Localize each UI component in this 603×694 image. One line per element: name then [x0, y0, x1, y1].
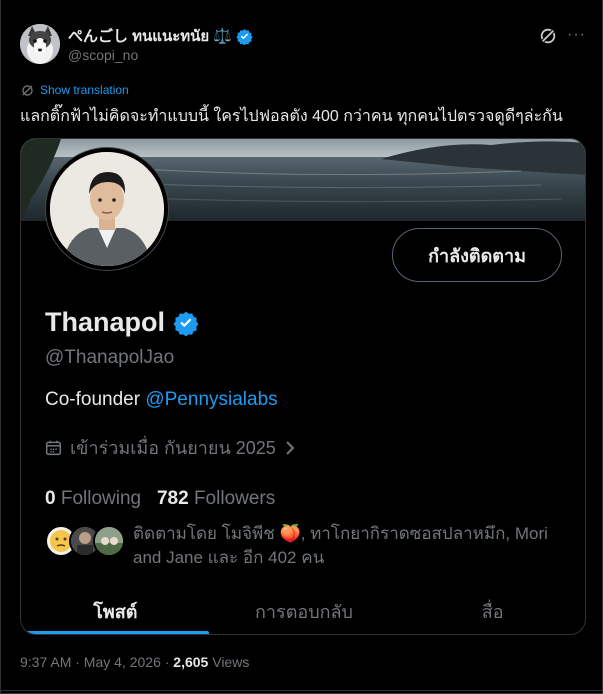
profile-name[interactable]: Thanapol: [45, 307, 199, 338]
author-avatar[interactable]: [20, 24, 60, 64]
tab-posts[interactable]: โพสต์: [21, 586, 210, 634]
divider: [1, 690, 603, 691]
tweet-detail: ぺんごし ทนแนะทนัย ⚖️ @scopi_no ··· Show tra…: [0, 0, 603, 694]
followed-by-text[interactable]: ติดตามโดย โมจิพีช 🍑, ทาโกยากิราดซอสปลาหม…: [133, 522, 563, 570]
joined-text: เข้าร่วมเมื่อ กันยายน 2025: [70, 438, 276, 458]
following-label: Following: [60, 488, 142, 509]
show-translation-link[interactable]: Show translation: [21, 83, 129, 97]
more-icon[interactable]: ···: [567, 26, 586, 44]
followed-by-avatars[interactable]: [45, 525, 129, 559]
active-tab-indicator: [25, 631, 209, 634]
verified-badge-icon: [236, 28, 253, 45]
followers-link[interactable]: 782 Followers: [157, 488, 275, 509]
followers-label: Followers: [193, 488, 276, 509]
bio-mention-link[interactable]: @Pennysialabs: [145, 389, 277, 410]
profile-stats: 0 Following 782 Followers: [45, 488, 275, 510]
calendar-icon: [45, 440, 62, 456]
chevron-right-icon: [286, 440, 295, 455]
tweet-meta: 9:37 AM · May 4, 2026 · 2,605 Views: [20, 654, 249, 670]
tab-replies[interactable]: การตอบกลับ: [210, 586, 399, 634]
following-count: 0: [45, 488, 56, 509]
tab-media[interactable]: สื่อ: [398, 586, 585, 634]
profile-bio: Co-founder @Pennysialabs: [45, 389, 278, 411]
profile-avatar[interactable]: [46, 148, 168, 270]
profile-handle: @ThanapolJao: [45, 347, 175, 368]
following-button[interactable]: กำลังติดตาม: [392, 228, 562, 282]
tweet-timestamp[interactable]: 9:37 AM · May 4, 2026 ·: [20, 654, 173, 670]
grok-icon[interactable]: [539, 27, 557, 45]
show-translation-label: Show translation: [40, 83, 129, 97]
profile-card[interactable]: กำลังติดตาม Thanapol @ThanapolJao Co-fou…: [20, 138, 586, 635]
author-name-text: ぺんごし ทนแนะทนัย ⚖️: [68, 28, 233, 45]
views-label: Views: [208, 654, 250, 670]
translate-icon: [22, 84, 33, 96]
following-link[interactable]: 0 Following: [45, 488, 141, 509]
profile-name-text: Thanapol: [45, 307, 165, 337]
author-display-name[interactable]: ぺんごし ทนแนะทนัย ⚖️: [68, 24, 253, 48]
verified-badge-icon: [173, 311, 199, 336]
tweet-text: แลกติ๊กฟ้าไม่คิดจะทำแบบนี้ ใครไปฟอลตัง 4…: [20, 108, 563, 125]
author-username[interactable]: @scopi_no: [68, 47, 138, 63]
followers-count: 782: [156, 488, 189, 509]
bio-text: Co-founder: [45, 389, 146, 410]
views-count: 2,605: [173, 654, 209, 670]
profile-joined[interactable]: เข้าร่วมเมื่อ กันยายน 2025: [45, 433, 296, 462]
follower-avatar: [93, 525, 125, 557]
profile-tabs: โพสต์ การตอบกลับ สื่อ: [21, 586, 585, 634]
